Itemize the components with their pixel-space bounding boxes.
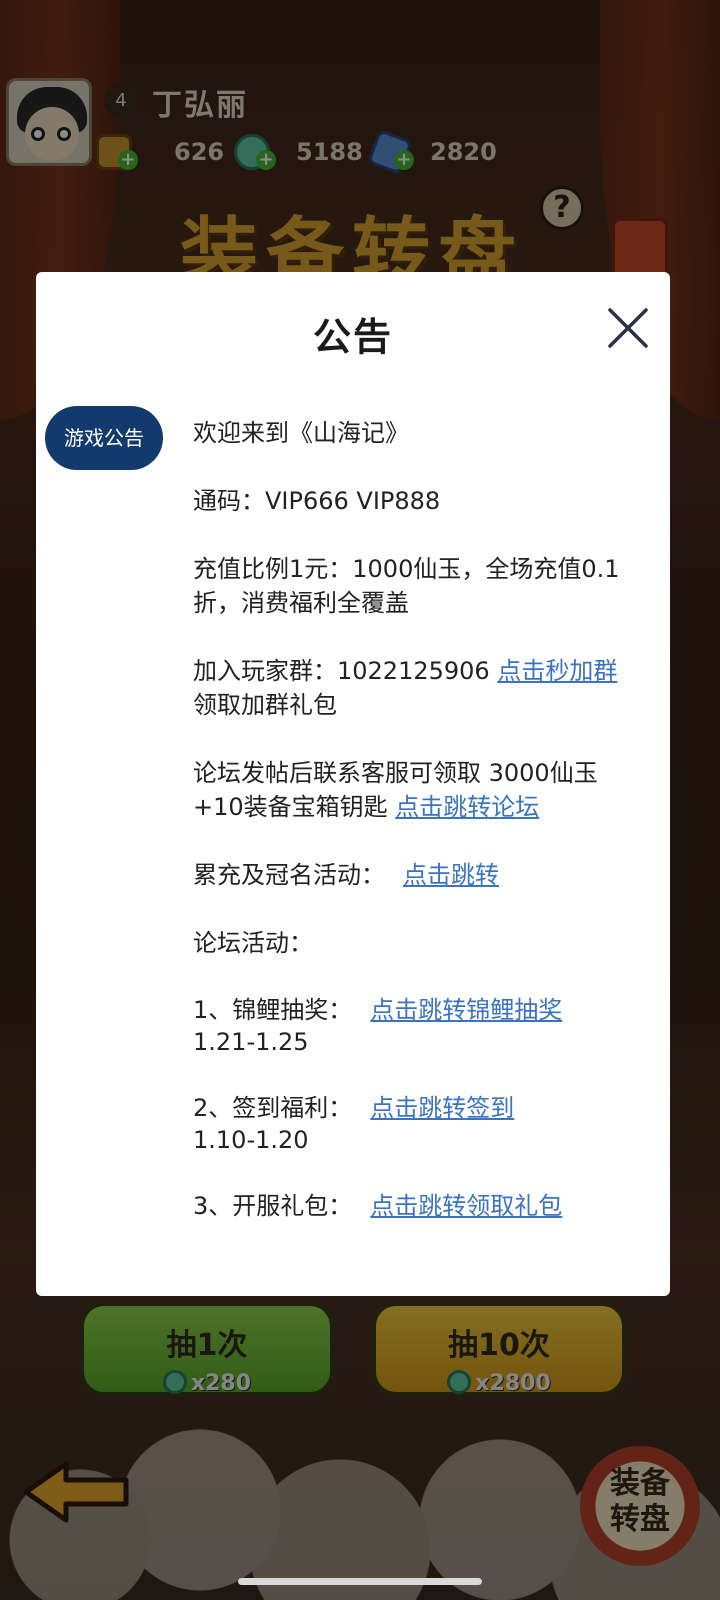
tab-game-announcement[interactable]: 游戏公告 <box>45 406 163 470</box>
accum-link[interactable]: 点击跳转 <box>403 861 499 889</box>
close-icon[interactable] <box>606 306 650 350</box>
announcement-modal: 公告 游戏公告 欢迎来到《山海记》 通码：VIP666 VIP888 充值比例1… <box>36 272 670 1296</box>
activity-item: 1、锦鲤抽奖： 点击跳转锦鲤抽奖 1.21-1.25 <box>193 994 643 1058</box>
activity-link-signin[interactable]: 点击跳转签到 <box>370 1094 514 1122</box>
recharge-text: 充值比例1元：1000仙玉，全场充值0.1折，消费福利全覆盖 <box>193 555 620 617</box>
code-text: 通码：VIP666 VIP888 <box>193 487 441 515</box>
activity-label: 1、锦鲤抽奖： <box>193 996 353 1024</box>
welcome-text: 欢迎来到《山海记》 <box>193 419 409 447</box>
group-text: 加入玩家群：1022125906 <box>193 657 498 685</box>
activity-label: 3、开服礼包： <box>193 1192 353 1220</box>
home-indicator[interactable] <box>238 1578 482 1585</box>
forum-paragraph: 论坛发帖后联系客服可领取 3000仙玉+10装备宝箱钥匙 点击跳转论坛 <box>193 756 643 824</box>
activity-item: 2、签到福利： 点击跳转签到 1.10-1.20 <box>193 1092 643 1156</box>
forum-link[interactable]: 点击跳转论坛 <box>395 793 539 821</box>
activity-date: 1.10-1.20 <box>193 1126 309 1154</box>
forum-activity-heading: 论坛活动： <box>193 929 313 957</box>
activity-item: 3、开服礼包： 点击跳转领取礼包 <box>193 1190 643 1222</box>
accum-paragraph: 累充及冠名活动： 点击跳转 <box>193 858 643 892</box>
group-suffix: 领取加群礼包 <box>193 691 337 719</box>
activity-date: 1.21-1.25 <box>193 1028 309 1056</box>
activity-label: 2、签到福利： <box>193 1094 353 1122</box>
activity-link-koi[interactable]: 点击跳转锦鲤抽奖 <box>370 996 562 1024</box>
group-paragraph: 加入玩家群：1022125906 点击秒加群 领取加群礼包 <box>193 654 643 722</box>
accum-text: 累充及冠名活动： <box>193 861 385 889</box>
modal-title: 公告 <box>312 315 393 359</box>
join-group-link[interactable]: 点击秒加群 <box>497 657 617 685</box>
announcement-content: 欢迎来到《山海记》 通码：VIP666 VIP888 充值比例1元：1000仙玉… <box>193 416 643 1256</box>
activity-link-gift[interactable]: 点击跳转领取礼包 <box>370 1192 562 1220</box>
